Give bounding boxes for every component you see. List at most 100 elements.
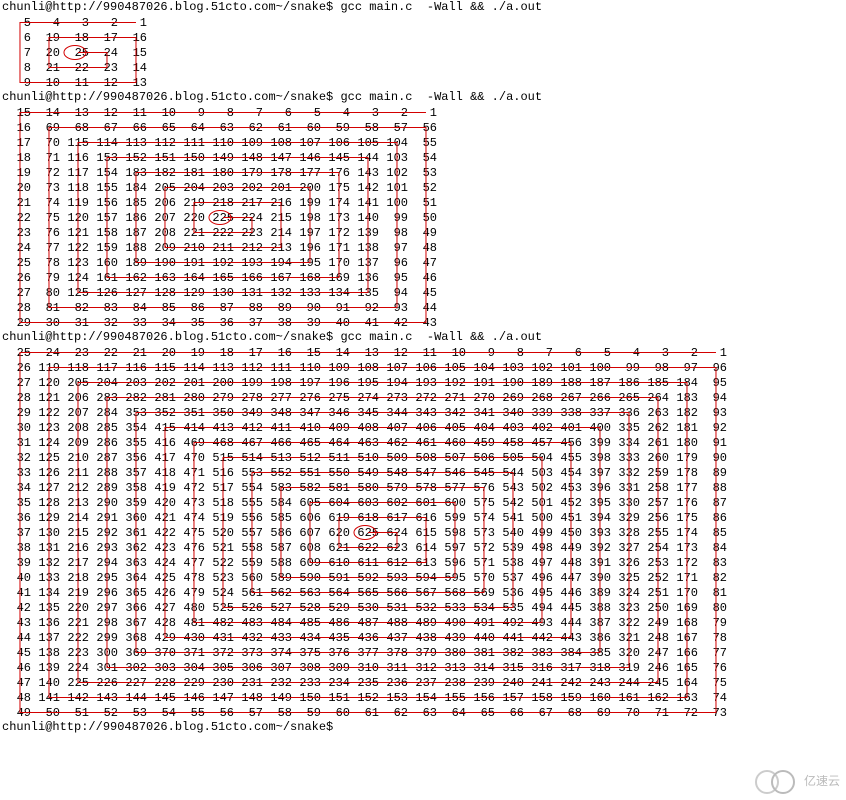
cell: 2 bbox=[379, 105, 408, 120]
cell: 625 bbox=[350, 525, 379, 540]
cell: 345 bbox=[350, 405, 379, 420]
cell: 534 bbox=[466, 600, 495, 615]
cell: 19 bbox=[2, 165, 31, 180]
cell: 601 bbox=[408, 495, 437, 510]
cell: 424 bbox=[147, 555, 176, 570]
cell: 46 bbox=[408, 270, 437, 285]
cell: 150 bbox=[292, 690, 321, 705]
cell: 149 bbox=[263, 690, 292, 705]
cell: 14 bbox=[321, 345, 350, 360]
cell: 560 bbox=[234, 570, 263, 585]
cell: 46 bbox=[2, 660, 31, 675]
cell: 104 bbox=[466, 360, 495, 375]
cell: 56 bbox=[408, 120, 437, 135]
cell: 615 bbox=[408, 525, 437, 540]
cell: 268 bbox=[524, 390, 553, 405]
cell: 451 bbox=[553, 510, 582, 525]
cell: 616 bbox=[408, 510, 437, 525]
cell: 13 bbox=[118, 75, 147, 90]
table-row: 4413722229936842943043143243343443543643… bbox=[2, 630, 727, 645]
table-row: 293031323334353637383940414243 bbox=[2, 315, 437, 330]
cell: 338 bbox=[553, 405, 582, 420]
cell: 153 bbox=[379, 690, 408, 705]
cell: 143 bbox=[350, 165, 379, 180]
cell: 444 bbox=[553, 615, 582, 630]
cell: 51 bbox=[60, 705, 89, 720]
cell: 191 bbox=[176, 255, 205, 270]
cell: 285 bbox=[89, 420, 118, 435]
cell: 425 bbox=[147, 570, 176, 585]
cell: 3 bbox=[60, 15, 89, 30]
cell: 26 bbox=[2, 360, 31, 375]
cell: 284 bbox=[89, 405, 118, 420]
cell: 594 bbox=[408, 570, 437, 585]
cell: 218 bbox=[60, 570, 89, 585]
cell: 40 bbox=[2, 570, 31, 585]
cell: 149 bbox=[205, 150, 234, 165]
cell: 1 bbox=[408, 105, 437, 120]
cell: 84 bbox=[698, 540, 727, 555]
cell: 264 bbox=[640, 390, 669, 405]
cell: 381 bbox=[466, 645, 495, 660]
cell: 472 bbox=[176, 480, 205, 495]
cell: 510 bbox=[350, 450, 379, 465]
cell: 585 bbox=[263, 510, 292, 525]
cell: 131 bbox=[31, 540, 60, 555]
terminal-line: chunli@http://990487026.blog.51cto.com~/… bbox=[2, 0, 846, 15]
cell: 469 bbox=[176, 435, 205, 450]
cell: 42 bbox=[379, 315, 408, 330]
cell: 287 bbox=[89, 450, 118, 465]
cell: 99 bbox=[379, 210, 408, 225]
cell: 428 bbox=[147, 615, 176, 630]
cell: 4 bbox=[321, 105, 350, 120]
cell: 28 bbox=[2, 300, 31, 315]
cell: 69 bbox=[582, 705, 611, 720]
cell: 564 bbox=[321, 585, 350, 600]
cell: 326 bbox=[611, 555, 640, 570]
cell: 273 bbox=[379, 390, 408, 405]
cell: 2 bbox=[89, 15, 118, 30]
cell: 525 bbox=[205, 600, 234, 615]
cell: 124 bbox=[60, 270, 89, 285]
cell: 65 bbox=[466, 705, 495, 720]
cell: 246 bbox=[640, 660, 669, 675]
cell: 185 bbox=[640, 375, 669, 390]
table-row: 4213522029736642748052552652752852953053… bbox=[2, 600, 727, 615]
cell: 43 bbox=[2, 615, 31, 630]
table-row: 720252415 bbox=[2, 45, 147, 60]
cell: 168 bbox=[669, 615, 698, 630]
cell: 214 bbox=[60, 510, 89, 525]
cell: 128 bbox=[31, 495, 60, 510]
cell: 79 bbox=[698, 615, 727, 630]
cell: 103 bbox=[495, 360, 524, 375]
cell: 392 bbox=[582, 540, 611, 555]
cell: 85 bbox=[147, 300, 176, 315]
cell: 455 bbox=[553, 450, 582, 465]
cell: 8 bbox=[205, 105, 234, 120]
cell: 387 bbox=[582, 615, 611, 630]
cell: 33 bbox=[2, 465, 31, 480]
cell: 70 bbox=[31, 135, 60, 150]
cell: 605 bbox=[292, 495, 321, 510]
cell: 218 bbox=[205, 195, 234, 210]
cell: 521 bbox=[205, 540, 234, 555]
cell: 506 bbox=[466, 450, 495, 465]
cell: 523 bbox=[205, 570, 234, 585]
cell: 200 bbox=[292, 180, 321, 195]
cell: 623 bbox=[379, 540, 408, 555]
cell: 610 bbox=[321, 555, 350, 570]
cell: 316 bbox=[524, 660, 553, 675]
cell: 34 bbox=[147, 315, 176, 330]
cell: 362 bbox=[118, 540, 147, 555]
cell: 217 bbox=[234, 195, 263, 210]
cell: 596 bbox=[437, 555, 466, 570]
cell: 587 bbox=[263, 540, 292, 555]
table-row: 2376121158187208221222223214197172139984… bbox=[2, 225, 437, 240]
cell: 618 bbox=[350, 510, 379, 525]
cell: 182 bbox=[669, 405, 698, 420]
cell: 363 bbox=[118, 555, 147, 570]
cell: 191 bbox=[466, 375, 495, 390]
cell: 170 bbox=[669, 585, 698, 600]
cell: 138 bbox=[31, 645, 60, 660]
cell: 296 bbox=[89, 585, 118, 600]
